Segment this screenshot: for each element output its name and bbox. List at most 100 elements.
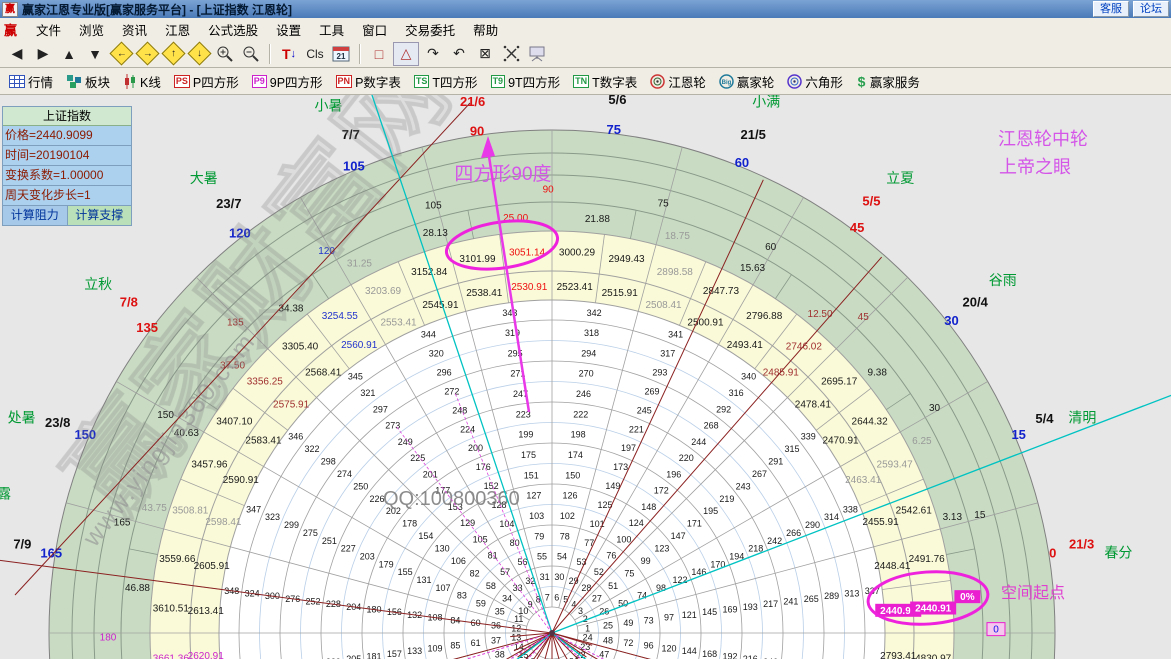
diamond-down-icon[interactable]: ↓ (187, 43, 211, 65)
menu-item-4[interactable]: 公式选股 (199, 18, 267, 41)
svg-text:73: 73 (644, 615, 654, 625)
svg-text:5/5: 5/5 (862, 193, 880, 208)
svg-text:341: 341 (668, 330, 683, 340)
tool-PS-button[interactable]: PSP四方形 (171, 70, 242, 93)
svg-text:174: 174 (568, 450, 583, 460)
PS-icon: PS (174, 75, 190, 88)
calendar-icon[interactable]: 21 (329, 43, 353, 65)
svg-text:春分: 春分 (1104, 544, 1132, 560)
svg-text:131: 131 (417, 575, 432, 585)
tool-target-blue-button[interactable]: 六角形 (784, 70, 846, 93)
svg-text:15.63: 15.63 (740, 263, 765, 274)
tool-label: 六角形 (805, 72, 843, 91)
gann-wheel-chart[interactable]: 1234567891011121314151621222324252627282… (0, 95, 1171, 659)
diamond-right-icon[interactable]: → (135, 43, 159, 65)
svg-text:46.88: 46.88 (125, 583, 150, 594)
tool-label: 9T四方形 (508, 72, 560, 91)
svg-text:120: 120 (661, 643, 676, 653)
svg-text:61: 61 (471, 638, 481, 648)
gann-wheel-canvas[interactable]: 1234567891011121314151621222324252627282… (0, 95, 1171, 659)
rotate-cw-icon[interactable]: ↷ (421, 43, 445, 65)
annotation-space-origin: 空间起点 (1001, 584, 1065, 602)
time-row: 时间=20190104 (3, 146, 131, 166)
svg-text:147: 147 (671, 531, 686, 541)
svg-text:2560.91: 2560.91 (341, 340, 378, 351)
tool-P9-button[interactable]: P99P四方形 (249, 70, 326, 93)
tool-kline-button[interactable]: K线 (120, 70, 164, 93)
tool-T9-button[interactable]: T99T四方形 (488, 70, 564, 93)
tool-TS-button[interactable]: TST四方形 (411, 70, 481, 93)
svg-text:27: 27 (592, 594, 602, 604)
tool-target-red-button[interactable]: 江恩轮 (647, 70, 709, 93)
svg-text:323: 323 (265, 512, 280, 522)
svg-text:123: 123 (654, 544, 669, 554)
calc-resistance-button[interactable]: 计算阻力 (3, 206, 68, 225)
svg-text:146: 146 (691, 567, 706, 577)
svg-text:31: 31 (540, 572, 550, 582)
svg-text:3610.51: 3610.51 (153, 604, 190, 615)
svg-text:149: 149 (605, 481, 620, 491)
tool-grid-button[interactable]: 行情 (6, 70, 56, 93)
svg-text:293: 293 (652, 367, 667, 377)
svg-text:344: 344 (421, 330, 436, 340)
svg-text:3559.66: 3559.66 (159, 554, 196, 565)
calc-support-button[interactable]: 计算支撑 (68, 206, 132, 225)
svg-text:129: 129 (460, 518, 475, 528)
expand-x-icon[interactable] (499, 43, 523, 65)
board-icon[interactable] (525, 43, 549, 65)
svg-text:Big: Big (721, 80, 731, 86)
nav-right-icon[interactable]: ▶ (31, 43, 55, 65)
nav-up-icon[interactable]: ▲ (57, 43, 81, 65)
svg-text:75: 75 (607, 122, 621, 137)
svg-text:大暑: 大暑 (190, 170, 218, 186)
rotate-ccw-icon[interactable]: ↶ (447, 43, 471, 65)
diamond-up-icon[interactable]: ↑ (161, 43, 185, 65)
svg-text:205: 205 (346, 654, 361, 659)
menu-item-8[interactable]: 交易委托 (396, 18, 464, 41)
menu-item-1[interactable]: 浏览 (70, 18, 113, 41)
support-button[interactable]: 客服 (1093, 1, 1129, 17)
tool-PN-button[interactable]: PNP数字表 (333, 70, 404, 93)
triangle-tool-icon[interactable]: △ (393, 42, 419, 66)
nav-down-icon[interactable]: ▼ (83, 43, 107, 65)
tool-big-button[interactable]: Big赢家轮 (716, 70, 778, 93)
svg-text:45: 45 (850, 220, 864, 235)
svg-text:75: 75 (658, 199, 670, 210)
menu-item-2[interactable]: 资讯 (113, 18, 156, 41)
svg-text:196: 196 (666, 469, 681, 479)
menu-item-9[interactable]: 帮助 (464, 18, 507, 41)
svg-text:197: 197 (621, 443, 636, 453)
tool-TN-button[interactable]: TNT数字表 (570, 70, 640, 93)
svg-text:289: 289 (824, 591, 839, 601)
svg-text:2508.41: 2508.41 (645, 300, 682, 311)
menu-item-6[interactable]: 工具 (310, 18, 353, 41)
diamond-left-icon[interactable]: ← (109, 43, 133, 65)
forum-button[interactable]: 论坛 (1133, 1, 1169, 17)
svg-text:314: 314 (824, 512, 839, 522)
tool-blocks-button[interactable]: 板块 (63, 70, 113, 93)
svg-text:290: 290 (805, 520, 820, 530)
svg-text:2949.43: 2949.43 (608, 254, 645, 265)
svg-text:49: 49 (623, 618, 633, 628)
zoom-out-icon[interactable] (239, 43, 263, 65)
tool-dollar-button[interactable]: $赢家服务 (853, 70, 923, 93)
square-tool-icon[interactable]: □ (367, 43, 391, 65)
svg-text:274: 274 (337, 469, 352, 479)
step-row: 周天变化步长=1 (3, 186, 131, 206)
menu-item-0[interactable]: 文件 (27, 18, 70, 41)
svg-text:12.50: 12.50 (808, 309, 833, 320)
t-arrow-icon[interactable]: T↓ (277, 43, 301, 65)
svg-text:127: 127 (526, 491, 541, 501)
menu-item-3[interactable]: 江恩 (156, 18, 199, 41)
svg-text:21.88: 21.88 (585, 214, 610, 225)
menu-item-7[interactable]: 窗口 (353, 18, 396, 41)
zoom-in-icon[interactable] (213, 43, 237, 65)
svg-text:154: 154 (418, 531, 433, 541)
coefficient-row: 变换系数=1.00000 (3, 166, 131, 186)
nav-left-icon[interactable]: ◀ (5, 43, 29, 65)
menu-item-5[interactable]: 设置 (267, 18, 310, 41)
svg-text:2613.41: 2613.41 (188, 606, 225, 617)
svg-text:244: 244 (691, 437, 706, 447)
boxed-x-icon[interactable]: ⊠ (473, 43, 497, 65)
cls-button[interactable]: Cls (303, 43, 327, 65)
